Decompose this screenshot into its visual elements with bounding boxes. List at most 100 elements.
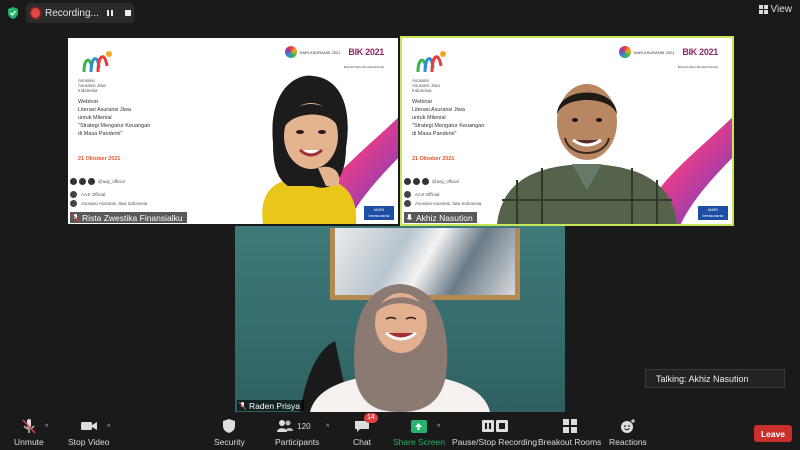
contact-row: Asosiasi Asuransi Jiwa Indonesia bbox=[404, 199, 481, 208]
instagram-icon bbox=[70, 178, 77, 185]
flower-logo-icon bbox=[619, 46, 632, 58]
share-screen-button[interactable]: Share Screen bbox=[393, 418, 445, 447]
chat-bubble-icon: 14 bbox=[353, 413, 378, 434]
bik-logo: BIK 2021 bbox=[348, 47, 384, 57]
facebook-icon bbox=[79, 178, 86, 185]
participant-video-rista bbox=[262, 75, 357, 224]
facebook-icon bbox=[413, 178, 420, 185]
mic-icon bbox=[406, 213, 413, 220]
contact-text: Asosiasi Asuransi Jiwa Indonesia bbox=[415, 201, 482, 206]
contact-text: AAJI Official bbox=[415, 192, 440, 197]
aaji-logo-icon bbox=[416, 51, 446, 73]
security-shield-icon[interactable] bbox=[6, 6, 20, 20]
breakout-rooms-button[interactable]: Breakout Rooms bbox=[538, 418, 601, 447]
reactions-button[interactable]: Reactions bbox=[609, 418, 647, 447]
bik-logo: BIK 2021 bbox=[682, 47, 718, 57]
record-label: Pause/Stop Recording bbox=[452, 437, 538, 447]
emoji-plus-icon bbox=[619, 418, 637, 434]
sponsor-logos: HARI ASURANSI 2021 BIK 2021 bbox=[619, 46, 718, 58]
sponsor-logos: HARI ASURANSI 2021 BIK 2021 bbox=[285, 46, 384, 58]
hari-asuransi-logo: HARI ASURANSI 2021 bbox=[285, 46, 340, 58]
breakout-label: Breakout Rooms bbox=[538, 437, 602, 447]
muted-mic-icon bbox=[20, 418, 38, 434]
contact-list: AAJI Official Asosiasi Asuransi Jiwa Ind… bbox=[404, 190, 481, 208]
youtube-icon bbox=[404, 191, 411, 198]
hari-asuransi-logo: HARI ASURANSI 2021 bbox=[619, 46, 674, 58]
youtube-icon bbox=[70, 191, 77, 198]
stop-video-button[interactable]: Stop Video bbox=[68, 418, 109, 447]
video-tile-akhiz[interactable]: Asosiasi Asuransi Jiwa Indonesia HARI AS… bbox=[400, 36, 734, 226]
participants-label: Participants bbox=[275, 437, 320, 447]
contact-row: Asosiasi Asuransi Jiwa Indonesia bbox=[70, 199, 147, 208]
shield-icon bbox=[220, 418, 238, 434]
linkedin-icon bbox=[404, 200, 411, 207]
participant-name-tag: Akhiz Nasution bbox=[404, 212, 477, 223]
grid-view-icon bbox=[758, 5, 768, 14]
reactions-label: Reactions bbox=[609, 437, 647, 447]
recording-indicator: Recording... bbox=[26, 3, 134, 23]
share-screen-label: Share Screen bbox=[393, 437, 445, 447]
stop-recording-icon[interactable] bbox=[121, 6, 134, 20]
contact-text: AAJI Official bbox=[81, 192, 106, 197]
leave-button[interactable]: Leave bbox=[754, 425, 792, 442]
chat-button[interactable]: 14 Chat bbox=[353, 413, 378, 447]
webinar-line: "Strategi Mengatur Keuangan bbox=[78, 123, 151, 129]
social-handle: @aaji_official bbox=[432, 179, 459, 184]
aaji-logo-icon bbox=[82, 51, 112, 73]
share-options-chevron-icon[interactable]: ^ bbox=[437, 424, 440, 431]
participants-chevron-icon[interactable]: ^ bbox=[326, 424, 329, 431]
webinar-line: di Masa Pandemi" bbox=[78, 131, 123, 137]
security-label: Security bbox=[214, 437, 245, 447]
view-label: View bbox=[770, 4, 793, 15]
participant-name-tag: Raden Prisya bbox=[237, 400, 305, 411]
webinar-line: Webinar bbox=[78, 99, 99, 105]
recording-label: Recording... bbox=[44, 7, 99, 19]
contact-row: AAJI Official bbox=[70, 190, 147, 199]
zoom-meeting-window: Recording... View Asosiasi Asuransi Jiwa… bbox=[0, 0, 800, 450]
org-line: Indonesia bbox=[78, 88, 98, 93]
meeting-toolbar: Unmute ^ Stop Video ^ Security 120 Parti… bbox=[0, 412, 800, 450]
muted-mic-icon bbox=[239, 401, 246, 410]
security-button[interactable]: Security bbox=[214, 418, 245, 447]
pause-recording-icon[interactable] bbox=[104, 6, 117, 20]
chat-label: Chat bbox=[353, 437, 371, 447]
unmute-button[interactable]: Unmute bbox=[14, 418, 44, 447]
participant-video-akhiz bbox=[497, 84, 677, 224]
stop-video-label: Stop Video bbox=[68, 437, 110, 447]
share-arrow-icon bbox=[410, 419, 427, 433]
instagram-icon bbox=[404, 178, 411, 185]
sponsor-text: HARI ASURANSI 2021 bbox=[633, 49, 675, 55]
linkedin-icon bbox=[70, 200, 77, 207]
participants-button[interactable]: 120 Participants bbox=[275, 418, 319, 447]
top-bar: Recording... View bbox=[0, 0, 800, 26]
participants-icon: 120 bbox=[277, 418, 317, 434]
webinar-line: Literasi Asuransi Jiwa bbox=[78, 107, 131, 113]
participant-name: Raden Prisya bbox=[249, 400, 301, 411]
recording-dot-icon bbox=[31, 8, 40, 18]
view-button[interactable]: View bbox=[758, 4, 793, 15]
contact-text: Asosiasi Asuransi Jiwa Indonesia bbox=[81, 201, 148, 206]
share-screen-icon bbox=[410, 418, 428, 434]
mari-line: berasuransi bbox=[702, 213, 724, 218]
participant-name-tag: Rista Zwestika Finansialku bbox=[70, 212, 187, 223]
muted-mic-icon bbox=[72, 213, 79, 222]
video-tile-rista[interactable]: Asosiasi Asuransi Jiwa Indonesia HARI AS… bbox=[68, 38, 398, 224]
video-camera-icon bbox=[80, 418, 98, 434]
webinar-title: Webinar Literasi Asuransi Jiwa untuk Mil… bbox=[78, 98, 173, 138]
participant-name: Akhiz Nasution bbox=[416, 212, 473, 223]
breakout-rooms-icon bbox=[561, 418, 579, 434]
twitter-icon bbox=[88, 178, 95, 185]
video-options-chevron-icon[interactable]: ^ bbox=[107, 424, 110, 431]
social-icons bbox=[404, 178, 429, 185]
recording-controls-icon bbox=[480, 418, 510, 434]
contact-row: AAJI Official bbox=[404, 190, 481, 199]
mari-berasuransi-logo: MARI berasuransi bbox=[698, 206, 728, 220]
webinar-date: 21 Oktober 2021 bbox=[412, 156, 455, 162]
contact-list: AAJI Official Asosiasi Asuransi Jiwa Ind… bbox=[70, 190, 147, 208]
participant-name: Rista Zwestika Finansialku bbox=[82, 212, 183, 223]
webinar-date: 21 Oktober 2021 bbox=[78, 156, 121, 162]
twitter-icon bbox=[422, 178, 429, 185]
pause-stop-recording-button[interactable]: Pause/Stop Recording bbox=[452, 418, 537, 447]
video-tile-raden[interactable]: Raden Prisya bbox=[235, 226, 565, 412]
audio-options-chevron-icon[interactable]: ^ bbox=[45, 424, 48, 431]
